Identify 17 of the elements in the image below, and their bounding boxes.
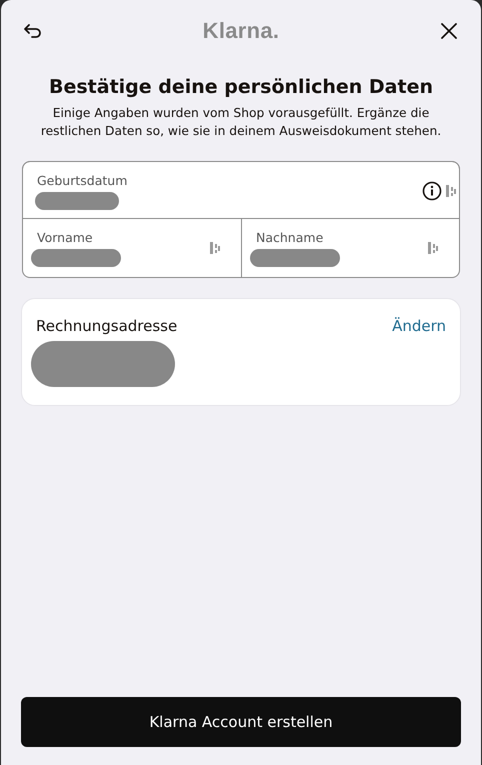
logo: Klarna. [202, 18, 280, 44]
back-arrow-icon [23, 23, 43, 39]
info-icon[interactable] [422, 181, 442, 201]
description: Einige Angaben wurden vom Shop vorausgefüllt. Ergänze die restlichen Daten so, wie sie in deinem Ausweisdokument stehen. [40, 105, 442, 140]
password-manager-icon[interactable] [427, 241, 439, 255]
address-title: Rechnungsadresse [36, 317, 178, 335]
create-account-button[interactable]: Klarna Account erstellen [21, 697, 461, 747]
field-label: Geburtsdatum [37, 173, 128, 188]
field-label: Nachname [256, 230, 324, 245]
field-label: Vorname [37, 230, 94, 245]
password-manager-icon[interactable] [445, 184, 457, 198]
page-title: Bestätige deine persönlichen Daten [48, 76, 434, 98]
password-manager-icon[interactable] [209, 241, 221, 255]
input-field[interactable]: Nachname [241, 219, 459, 277]
close-icon [441, 23, 457, 39]
change-link[interactable]: Ändern [392, 317, 446, 335]
input-field[interactable]: Vorname [23, 219, 241, 277]
